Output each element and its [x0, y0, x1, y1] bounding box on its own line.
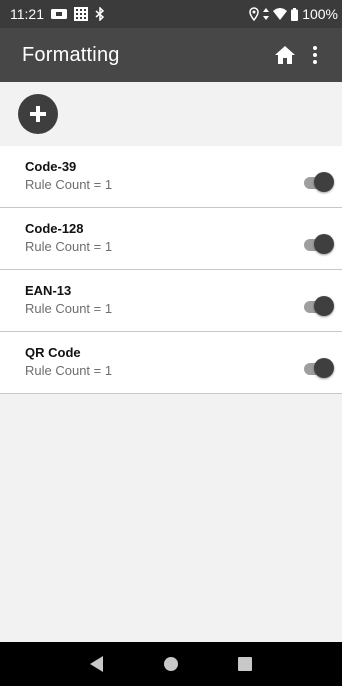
app-bar: Formatting [0, 28, 342, 82]
battery-icon [291, 7, 299, 21]
rule-count: Rule Count = 1 [25, 301, 113, 316]
list-item[interactable]: Code-39 Rule Count = 1 [0, 146, 342, 208]
formatting-content: Code-39 Rule Count = 1 Code-128 Rule Cou… [0, 82, 342, 642]
bluetooth-icon [95, 7, 105, 21]
add-format-button[interactable] [18, 94, 58, 134]
battery-percent: 100% [302, 6, 338, 22]
switch-thumb [314, 172, 334, 192]
home-circle-icon[interactable] [154, 647, 188, 681]
list-item[interactable]: QR Code Rule Count = 1 [0, 332, 342, 394]
notification-card-icon [51, 8, 67, 20]
rule-count: Rule Count = 1 [25, 239, 113, 254]
status-time: 11:21 [10, 6, 44, 22]
data-arrows-icon [263, 8, 270, 20]
format-list: Code-39 Rule Count = 1 Code-128 Rule Cou… [0, 146, 342, 394]
format-title: Code-39 [25, 159, 77, 174]
switch-thumb [314, 358, 334, 378]
add-area [0, 82, 342, 146]
plus-icon [30, 106, 46, 122]
status-right: 100% [249, 6, 338, 22]
keyboard-grid-icon [74, 7, 88, 21]
format-toggle[interactable] [304, 357, 334, 379]
overflow-menu-icon[interactable] [300, 35, 330, 75]
wifi-icon [273, 8, 288, 20]
system-nav-bar [0, 642, 342, 686]
switch-thumb [314, 234, 334, 254]
format-title: EAN-13 [25, 283, 72, 298]
list-item[interactable]: Code-128 Rule Count = 1 [0, 208, 342, 270]
format-title: QR Code [25, 345, 81, 360]
status-left: 11:21 [10, 6, 105, 22]
rule-count: Rule Count = 1 [25, 363, 113, 378]
back-icon[interactable] [80, 647, 114, 681]
switch-thumb [314, 296, 334, 316]
format-toggle[interactable] [304, 171, 334, 193]
page-title: Formatting [22, 43, 120, 66]
format-title: Code-128 [25, 221, 84, 236]
format-toggle[interactable] [304, 295, 334, 317]
rule-count: Rule Count = 1 [25, 177, 113, 192]
location-icon [249, 7, 259, 21]
recents-icon[interactable] [228, 647, 262, 681]
home-icon[interactable] [270, 35, 300, 75]
list-item[interactable]: EAN-13 Rule Count = 1 [0, 270, 342, 332]
status-bar: 11:21 100% [0, 0, 342, 28]
format-toggle[interactable] [304, 233, 334, 255]
